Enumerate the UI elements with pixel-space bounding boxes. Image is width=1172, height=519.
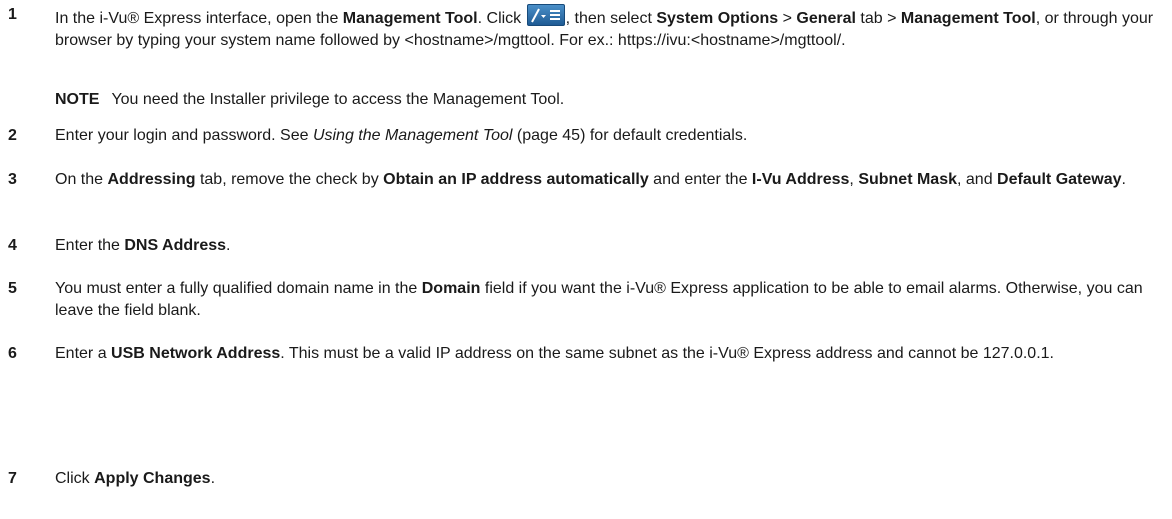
bold-text: Default Gateway <box>997 171 1122 188</box>
text-run: . This must be a valid IP address on the… <box>280 345 1054 362</box>
step-number: 6 <box>8 345 17 362</box>
text-run: Click <box>55 470 95 487</box>
text-run: Enter the <box>55 237 125 254</box>
step-text: Click Apply Changes. <box>55 468 1155 490</box>
text-run: Enter your login and password. See <box>55 127 313 144</box>
step-number: 3 <box>8 171 17 188</box>
bold-text: Addressing <box>107 171 196 188</box>
note: NOTE You need the Installer privilege to … <box>55 89 1155 111</box>
bold-text: USB Network Address <box>111 345 281 362</box>
step-text: You must enter a fully qualified domain … <box>55 278 1155 322</box>
step-number: 7 <box>8 470 17 487</box>
text-run: , and <box>957 171 998 188</box>
text-run: . <box>210 470 216 487</box>
bold-text: Subnet Mask <box>858 171 957 188</box>
text-run: In the i-Vu® Express interface, open the <box>55 10 343 27</box>
text-run: . Click <box>477 10 526 27</box>
bold-text: DNS Address <box>124 237 227 254</box>
note-label: NOTE <box>55 91 100 108</box>
bold-text: General <box>796 10 856 27</box>
text-run: and enter the <box>648 171 752 188</box>
step-number: 5 <box>8 280 17 297</box>
bold-text: Management Tool <box>900 10 1036 27</box>
text-run: (page 45) for default credentials. <box>512 127 748 144</box>
text-run: You must enter a fully qualified domain … <box>55 280 422 297</box>
step-text: Enter a USB Network Address. This must b… <box>55 343 1155 365</box>
bold-text: I-Vu Address <box>751 171 850 188</box>
text-run: Enter a <box>55 345 112 362</box>
text-run: , then select <box>565 10 657 27</box>
italic-text: Using the Management Tool <box>312 127 513 144</box>
step-number: 2 <box>8 127 17 144</box>
text-run: tab, remove the check by <box>195 171 384 188</box>
management-menu-icon <box>526 4 565 26</box>
bold-text: Apply Changes <box>94 470 211 487</box>
text-run: . <box>226 237 231 254</box>
step-text: On the Addressing tab, remove the check … <box>55 169 1155 191</box>
bold-text: Obtain an IP address automatically <box>383 171 649 188</box>
note-text: You need the Installer privilege to acce… <box>111 91 565 108</box>
bold-text: Management Tool <box>342 10 478 27</box>
text-run: > <box>778 10 797 27</box>
step-number: 4 <box>8 237 17 254</box>
bold-text: Domain <box>421 280 481 297</box>
step-number: 1 <box>8 6 17 23</box>
text-run: , <box>849 171 859 188</box>
step-text: Enter your login and password. See Using… <box>55 125 1155 147</box>
bold-text: System Options <box>656 10 779 27</box>
text-run: . <box>1121 171 1126 188</box>
step-text: In the i-Vu® Express interface, open the… <box>55 4 1155 52</box>
text-run: tab > <box>855 10 901 27</box>
text-run: On the <box>55 171 108 188</box>
step-text: Enter the DNS Address. <box>55 235 1155 257</box>
